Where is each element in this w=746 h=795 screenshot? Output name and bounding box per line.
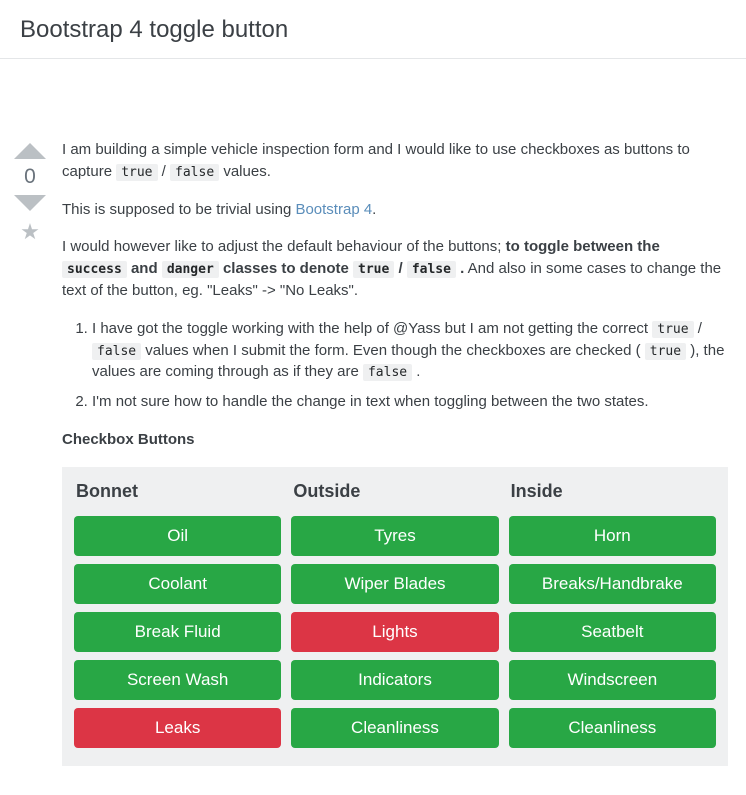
code-true: true	[353, 261, 394, 278]
embed-column-title: Bonnet	[74, 481, 281, 502]
embed-column-title: Inside	[509, 481, 716, 502]
checkbox-buttons-demo: Bonnet Oil Coolant Break Fluid Screen Wash Le…	[62, 467, 728, 766]
code-true: true	[652, 321, 693, 338]
toggle-button[interactable]: Oil	[74, 516, 281, 556]
toggle-button[interactable]: Wiper Blades	[291, 564, 498, 604]
question-body: I am building a simple vehicle inspectio…	[60, 139, 746, 766]
bootstrap-link[interactable]: Bootstrap 4	[295, 201, 372, 218]
toggle-button[interactable]: Coolant	[74, 564, 281, 604]
code-success: success	[62, 261, 127, 278]
toggle-button[interactable]: Breaks/Handbrake	[509, 564, 716, 604]
toggle-button[interactable]: Indicators	[291, 660, 498, 700]
code-true: true	[116, 164, 157, 181]
toggle-button[interactable]: Screen Wash	[74, 660, 281, 700]
page-title: Bootstrap 4 toggle button	[20, 16, 726, 44]
code-false: false	[170, 164, 219, 181]
toggle-button[interactable]: Leaks	[74, 708, 281, 748]
code-false: false	[363, 364, 412, 381]
ordered-list: I have got the toggle working with the h…	[92, 318, 728, 413]
toggle-button[interactable]: Seatbelt	[509, 612, 716, 652]
toggle-button[interactable]: Tyres	[291, 516, 498, 556]
paragraph: I am building a simple vehicle inspectio…	[62, 139, 728, 183]
section-heading: Checkbox Buttons	[62, 429, 728, 451]
code-danger: danger	[162, 261, 219, 278]
embed-column: Inside Horn Breaks/Handbrake Seatbelt Windsc…	[509, 481, 716, 756]
question-header: Bootstrap 4 toggle button	[0, 0, 746, 59]
code-false: false	[92, 343, 141, 360]
paragraph: This is supposed to be trivial using Boo…	[62, 199, 728, 221]
toggle-button[interactable]: Lights	[291, 612, 498, 652]
list-item: I have got the toggle working with the h…	[92, 318, 728, 384]
list-item: I'm not sure how to handle the change in…	[92, 391, 728, 413]
downvote-icon[interactable]	[14, 195, 46, 211]
toggle-button[interactable]: Break Fluid	[74, 612, 281, 652]
paragraph: I would however like to adjust the defau…	[62, 236, 728, 301]
toggle-button[interactable]: Horn	[509, 516, 716, 556]
toggle-button[interactable]: Windscreen	[509, 660, 716, 700]
code-true: true	[645, 343, 686, 360]
embed-column: Bonnet Oil Coolant Break Fluid Screen Wash Le…	[74, 481, 281, 756]
toggle-button[interactable]: Cleanliness	[291, 708, 498, 748]
embed-column: Outside Tyres Wiper Blades Lights Indicators…	[291, 481, 498, 756]
favorite-star-icon[interactable]: ★	[0, 221, 60, 243]
toggle-button[interactable]: Cleanliness	[509, 708, 716, 748]
vote-count: 0	[0, 165, 60, 189]
vote-column: 0 ★	[0, 139, 60, 766]
embed-column-title: Outside	[291, 481, 498, 502]
upvote-icon[interactable]	[14, 143, 46, 159]
code-false: false	[407, 261, 456, 278]
